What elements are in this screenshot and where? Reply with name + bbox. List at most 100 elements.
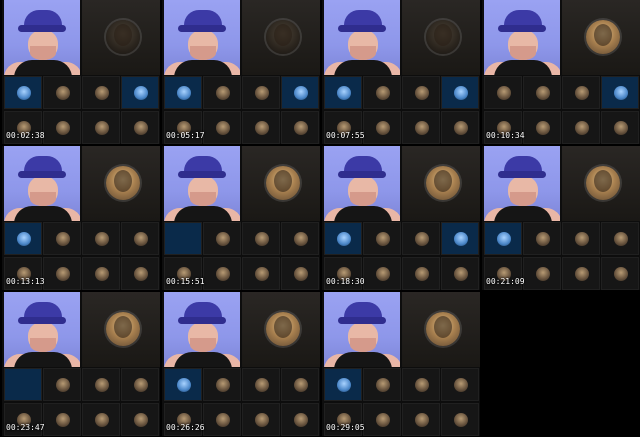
participant-thumb [203, 257, 241, 290]
cap-brim [498, 25, 546, 32]
participant-thumb [121, 403, 159, 436]
host-panel [242, 0, 320, 75]
streamer-camera [4, 146, 80, 221]
participant-thumb [281, 76, 319, 109]
participant-thumb [203, 222, 241, 255]
participant-thumb [363, 76, 401, 109]
participant-thumb [281, 403, 319, 436]
participant-thumb [242, 368, 280, 401]
participant-thumb [242, 76, 280, 109]
streamer-camera [324, 292, 400, 367]
participant-thumb [82, 111, 120, 144]
host-panel [402, 292, 480, 367]
participant-thumb [484, 76, 522, 109]
video-frame-tile: 00:29:05 [322, 292, 480, 436]
participant-thumb [242, 257, 280, 290]
participant-thumb [121, 222, 159, 255]
timestamp: 00:13:13 [6, 277, 45, 286]
host-panel [82, 292, 160, 367]
participant-thumb [562, 222, 600, 255]
video-frame-tile: 00:02:38 [2, 0, 160, 144]
participant-thumb [562, 76, 600, 109]
streamer-camera [164, 146, 240, 221]
timestamp: 00:05:17 [166, 131, 205, 140]
participant-thumb [121, 368, 159, 401]
shirt [174, 60, 232, 75]
participant-thumb [4, 222, 42, 255]
shirt [14, 60, 72, 75]
participant-thumb [281, 111, 319, 144]
shirt [334, 352, 392, 367]
participant-thumb [601, 111, 639, 144]
cap-brim [18, 317, 66, 324]
beard [350, 338, 376, 352]
participant-thumb [242, 111, 280, 144]
hair [114, 316, 132, 338]
participant-thumb [601, 222, 639, 255]
participant-thumb [203, 403, 241, 436]
hair [114, 24, 132, 46]
timestamp: 00:23:47 [6, 423, 45, 432]
shirt [334, 206, 392, 221]
beard [190, 46, 216, 60]
participant-thumb [121, 111, 159, 144]
shirt [174, 352, 232, 367]
shirt [494, 206, 552, 221]
participant-thumb [203, 111, 241, 144]
cap-brim [18, 171, 66, 178]
host-panel [82, 0, 160, 75]
cap-brim [18, 25, 66, 32]
video-frame-tile: 00:15:51 [162, 146, 320, 290]
participant-thumb [441, 257, 479, 290]
cap-brim [338, 25, 386, 32]
participant-thumb [441, 403, 479, 436]
host-panel [402, 146, 480, 221]
hair [594, 24, 612, 46]
hair [274, 316, 292, 338]
shirt [14, 352, 72, 367]
participant-thumb [242, 222, 280, 255]
hair [434, 316, 452, 338]
beard [350, 192, 376, 206]
host-panel [402, 0, 480, 75]
participant-thumb [402, 111, 440, 144]
streamer-camera [484, 146, 560, 221]
shirt [14, 206, 72, 221]
streamer-camera [4, 0, 80, 75]
beard [190, 192, 216, 206]
participant-thumb [203, 76, 241, 109]
beard [510, 192, 536, 206]
participant-thumb [82, 76, 120, 109]
participant-thumb [164, 222, 202, 255]
participant-thumb [523, 257, 561, 290]
participant-thumb [324, 222, 362, 255]
participant-thumb [523, 222, 561, 255]
participant-thumb [281, 368, 319, 401]
participant-thumb [82, 257, 120, 290]
participant-thumb [484, 222, 522, 255]
host-panel [242, 146, 320, 221]
timestamp: 00:10:34 [486, 131, 525, 140]
participant-thumb [363, 111, 401, 144]
participant-thumb [402, 76, 440, 109]
beard [30, 46, 56, 60]
participant-thumb [82, 368, 120, 401]
cap-brim [178, 25, 226, 32]
participant-thumb [43, 403, 81, 436]
participant-thumb [281, 257, 319, 290]
beard [510, 46, 536, 60]
participant-thumb [441, 76, 479, 109]
participant-thumb [441, 368, 479, 401]
hair [434, 24, 452, 46]
shirt [334, 60, 392, 75]
participant-thumb [121, 76, 159, 109]
cap-brim [338, 171, 386, 178]
video-frame-tile: 00:23:47 [2, 292, 160, 436]
timestamp: 00:02:38 [6, 131, 45, 140]
beard [350, 46, 376, 60]
participant-thumb [242, 403, 280, 436]
participant-thumb [203, 368, 241, 401]
video-frame-tile: 00:07:55 [322, 0, 480, 144]
timestamp: 00:15:51 [166, 277, 205, 286]
participant-thumb [523, 76, 561, 109]
